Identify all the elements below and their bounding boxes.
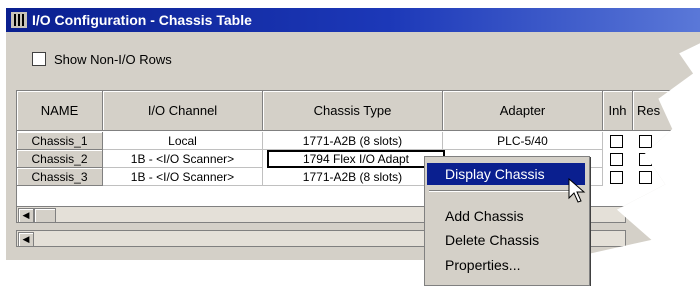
window-title: I/O Configuration - Chassis Table — [32, 12, 252, 28]
cell-io-channel[interactable]: 1B - <I/O Scanner> — [103, 168, 263, 186]
menu-separator — [429, 190, 581, 192]
menu-item-properties[interactable]: Properties... — [427, 254, 585, 276]
scroll-left-arrow-icon[interactable]: ◀ — [18, 208, 34, 223]
chassis-table-window: I/O Configuration - Chassis Table Show N… — [6, 8, 700, 260]
row-header-chassis-2[interactable]: Chassis_2 — [17, 150, 103, 168]
reset-checkbox[interactable] — [639, 153, 652, 166]
reset-checkbox[interactable] — [639, 171, 652, 184]
context-menu: Display Chassis Add Chassis Delete Chass… — [424, 156, 590, 286]
scroll-left-arrow-icon[interactable]: ◀ — [18, 232, 34, 247]
column-header-chassis-type[interactable]: Chassis Type — [263, 91, 443, 131]
cell-io-channel[interactable]: Local — [103, 132, 263, 150]
inhibit-checkbox[interactable] — [610, 135, 623, 148]
show-non-io-rows-checkbox[interactable] — [32, 52, 46, 66]
row-header-chassis-1[interactable]: Chassis_1 — [17, 132, 103, 150]
cell-adapter[interactable]: PLC-5/40 — [443, 132, 603, 150]
column-header-io-channel[interactable]: I/O Channel — [103, 91, 263, 131]
column-header-adapter[interactable]: Adapter — [443, 91, 603, 131]
title-bar[interactable]: I/O Configuration - Chassis Table — [6, 8, 700, 32]
chassis-icon — [11, 12, 27, 28]
inhibit-checkbox[interactable] — [610, 171, 623, 184]
cell-chassis-type[interactable]: 1771-A2B (8 slots) — [263, 168, 443, 186]
menu-item-add-chassis[interactable]: Add Chassis — [427, 205, 585, 227]
cell-chassis-type-selected[interactable]: 1794 Flex I/O Adapt — [267, 150, 445, 168]
column-header-reset[interactable]: Res — [633, 91, 697, 131]
row-header-chassis-3[interactable]: Chassis_3 — [17, 168, 103, 186]
chassis-grid: NAME I/O Channel Chassis Type Adapter In… — [16, 90, 698, 207]
menu-item-delete-chassis[interactable]: Delete Chassis — [427, 229, 585, 251]
column-header-inhibit[interactable]: Inh — [603, 91, 633, 131]
inhibit-checkbox[interactable] — [610, 153, 623, 166]
show-non-io-rows-label: Show Non-I/O Rows — [54, 52, 172, 67]
cell-chassis-type[interactable]: 1771-A2B (8 slots) — [263, 132, 443, 150]
scroll-thumb[interactable] — [34, 208, 56, 223]
cell-io-channel[interactable]: 1B - <I/O Scanner> — [103, 150, 263, 168]
menu-item-display-chassis[interactable]: Display Chassis — [427, 163, 585, 185]
mouse-pointer-icon — [568, 178, 586, 203]
show-non-io-rows-option[interactable]: Show Non-I/O Rows — [32, 52, 172, 67]
column-header-name[interactable]: NAME — [17, 91, 103, 131]
reset-checkbox[interactable] — [639, 135, 652, 148]
